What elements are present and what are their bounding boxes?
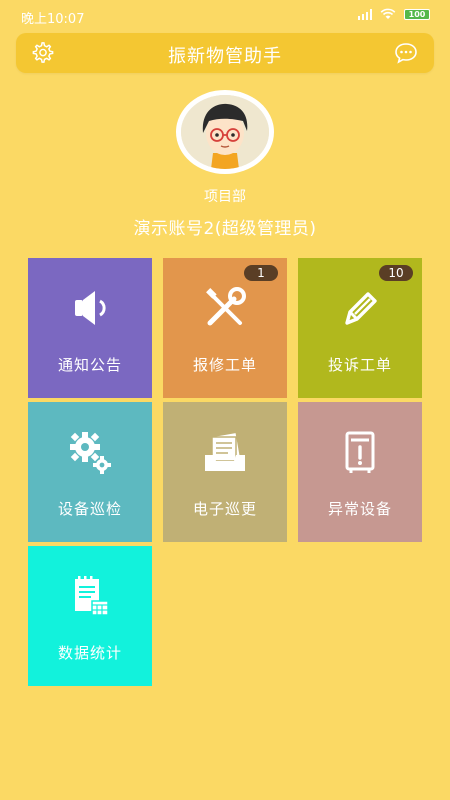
app-header: 振新物管助手 xyxy=(16,33,434,73)
tile-abnormal-equipment[interactable]: 异常设备 xyxy=(298,402,422,542)
status-bar: 晚上10:07 100 xyxy=(0,0,450,30)
notes-icon xyxy=(65,571,115,621)
account-name: 演示账号2(超级管理员) xyxy=(133,219,317,239)
avatar-image xyxy=(181,95,269,169)
tile-electronic-patrol[interactable]: 电子巡更 xyxy=(163,402,287,542)
speaker-icon xyxy=(65,283,115,333)
tile-label: 投诉工单 xyxy=(327,356,392,374)
pen-icon xyxy=(335,283,385,333)
department-label: 项目部 xyxy=(204,189,246,205)
tile-label: 电子巡更 xyxy=(192,500,257,518)
inbox-icon xyxy=(200,427,250,477)
tile-complaint-orders[interactable]: 10 投诉工单 xyxy=(298,258,422,398)
battery-icon: 100 xyxy=(404,8,430,20)
status-icons: 100 xyxy=(358,8,430,20)
avatar[interactable] xyxy=(176,90,274,174)
gears-icon xyxy=(65,427,115,477)
tile-label: 设备巡检 xyxy=(57,500,122,518)
tile-label: 异常设备 xyxy=(327,500,392,518)
repair-count-badge: 1 xyxy=(244,265,278,281)
battery-level: 100 xyxy=(405,9,429,19)
wifi-icon xyxy=(380,8,396,20)
tile-label: 报修工单 xyxy=(192,356,257,374)
tile-repair-orders[interactable]: 1 报修工单 xyxy=(163,258,287,398)
tile-data-statistics[interactable]: 数据统计 xyxy=(28,546,152,686)
message-bubble-icon[interactable] xyxy=(394,42,418,64)
page-title: 振新物管助手 xyxy=(168,46,282,67)
tile-equipment-inspection[interactable]: 设备巡检 xyxy=(28,402,152,542)
signal-icon xyxy=(358,8,372,20)
tile-notice[interactable]: 通知公告 xyxy=(28,258,152,398)
device-alert-icon xyxy=(335,427,385,477)
tools-icon xyxy=(200,283,250,333)
tile-label: 通知公告 xyxy=(57,356,122,374)
status-time: 晚上10:07 xyxy=(21,12,85,27)
complaint-count-badge: 10 xyxy=(379,265,413,281)
tile-label: 数据统计 xyxy=(57,644,122,662)
